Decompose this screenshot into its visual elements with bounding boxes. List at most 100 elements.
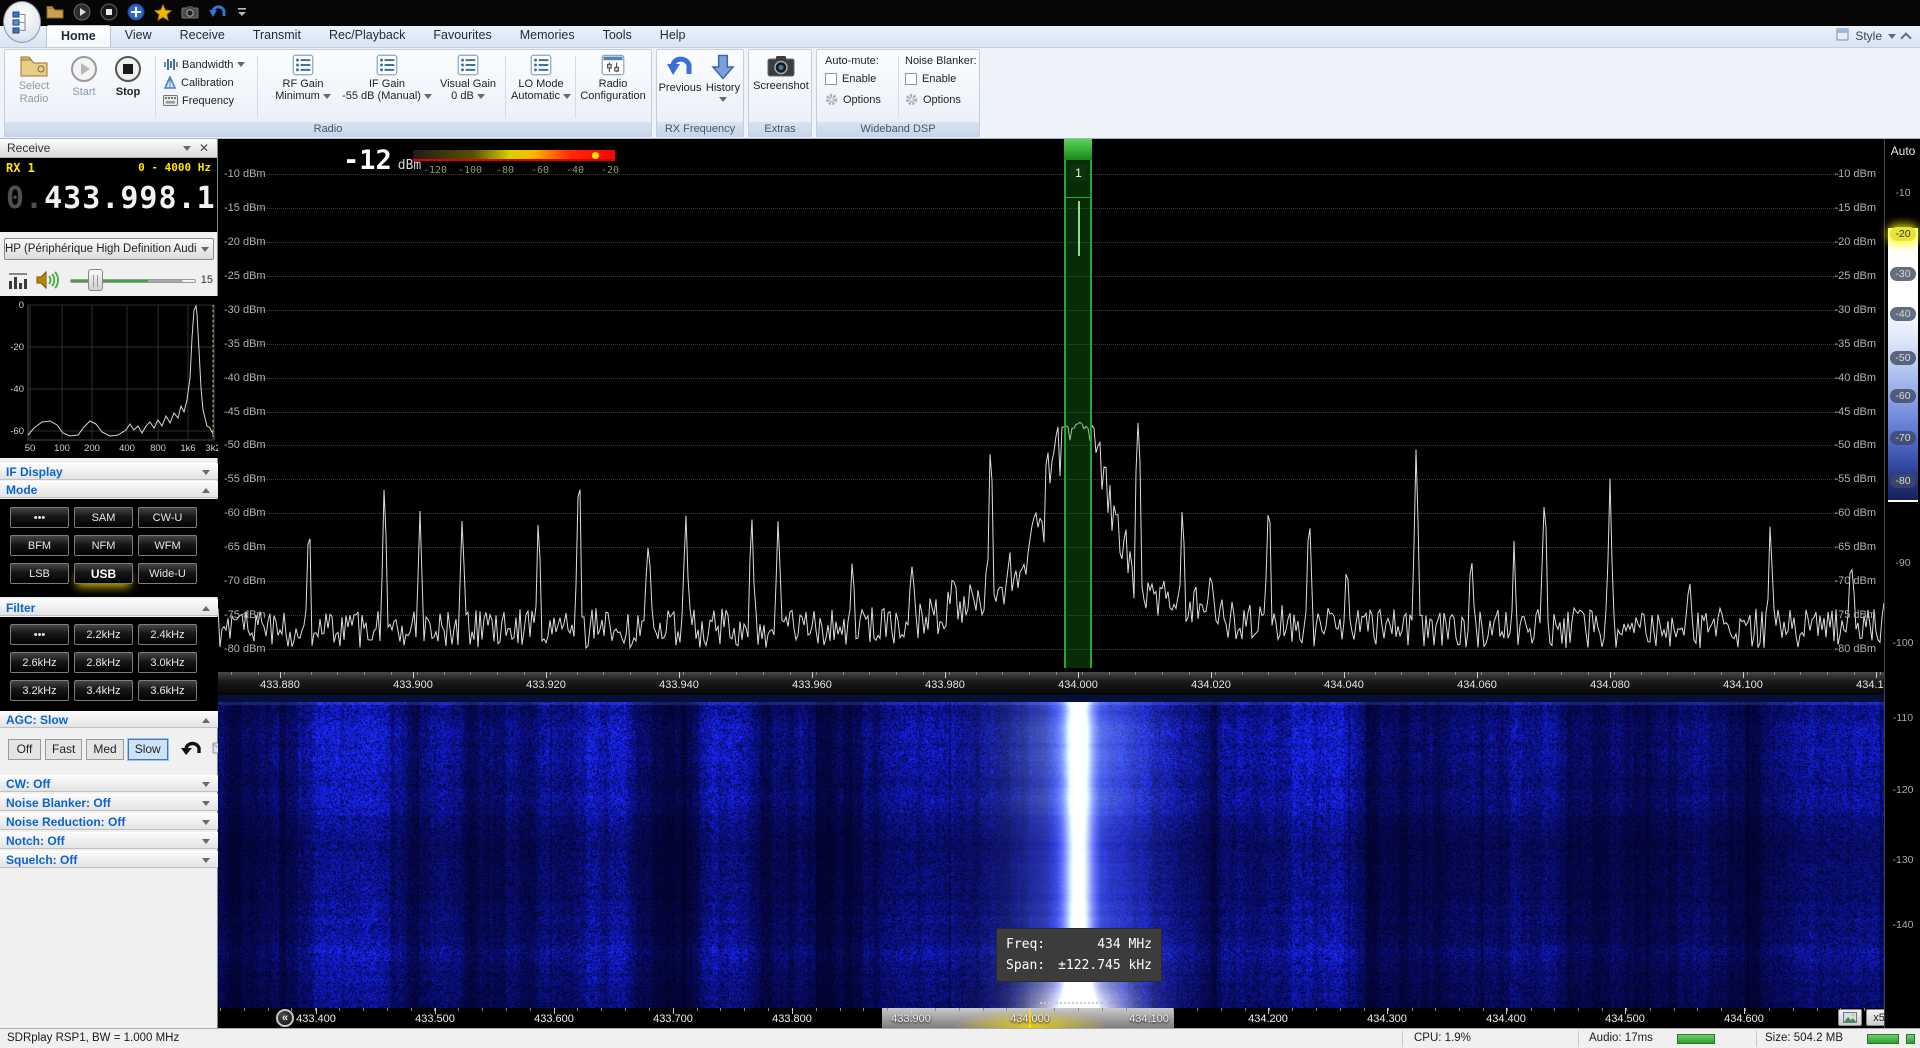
rx-marker[interactable]: 1 [1064,139,1092,668]
level-colorbar[interactable] [413,150,615,161]
screenshot-camera-icon[interactable] [181,5,199,19]
menu-tab[interactable]: Receive [166,25,239,47]
mode-button[interactable]: SAM [74,507,133,528]
menu-tab[interactable]: Rec/Playback [315,25,419,47]
rx-frequency-display[interactable]: RX 1 0 - 4000 Hz 0.433.998.150 [0,158,217,232]
stop-icon[interactable] [100,3,118,21]
filter-button[interactable]: ••• [10,624,69,645]
rx-marker-badge[interactable]: 1 [1069,163,1088,182]
af-spectrum-panel[interactable]: 0-20-40-60 501002004008001k63k2 [0,296,218,458]
volume-slider-thumb[interactable] [88,269,103,291]
mode-button[interactable]: WFM [138,535,197,556]
dsp-strip[interactable]: Notch: Off [0,832,218,849]
dsp-strip[interactable]: Noise Reduction: Off [0,813,218,830]
spectrum-frequency-scale[interactable]: 433.880433.900433.920433.940433.960433.9… [218,672,1884,695]
filter-button[interactable]: 3.2kHz [10,680,69,701]
style-icon[interactable] [1836,28,1849,44]
stop-button[interactable]: Stop [107,54,149,99]
mode-button[interactable]: ••• [10,507,69,528]
filter-button[interactable]: 3.0kHz [138,652,197,673]
dropdown-arrow-icon [201,247,209,252]
agc-button[interactable]: Off [8,739,41,760]
spectrum-display[interactable]: -12dBm -120-100-80-60-40-20 -10 dBm-15 d… [218,139,1884,672]
range-auto-label[interactable]: Auto [1885,144,1920,158]
mode-button[interactable]: NFM [74,535,133,556]
radio-configuration-button[interactable]: Radio Configuration [577,54,649,102]
mode-button[interactable]: USB [74,563,133,584]
undo-icon[interactable] [208,4,228,20]
waterfall-display[interactable]: Freq:434 MHz Span:±122.745 kHz [218,695,1884,1008]
rf-gain-button[interactable]: RF Gain Minimum [263,54,343,102]
mode-button[interactable]: LSB [10,563,69,584]
filter-button[interactable]: 3.6kHz [138,680,197,701]
agc-button[interactable]: Med [86,739,123,760]
qat-customize-icon[interactable] [237,7,247,17]
previous-frequency-button[interactable]: Previous [657,54,703,95]
filter-button[interactable]: 3.4kHz [74,680,133,701]
history-button[interactable]: History [701,54,745,102]
collapse-icon [202,488,210,493]
start-button[interactable]: Start [63,54,105,99]
equalizer-icon[interactable] [8,272,28,292]
agc-button[interactable]: Slow [128,739,168,760]
menu-tab[interactable]: Home [46,25,111,47]
scroll-left-button[interactable]: « [276,1009,294,1027]
menu-tab[interactable]: View [111,25,166,47]
freq-tick-label: 433.940 [649,679,709,691]
favourite-star-icon[interactable] [154,4,172,21]
noiseblanker-enable-checkbox[interactable]: Enable [905,73,956,85]
menu-tab[interactable]: Help [646,25,700,47]
dsp-strip[interactable]: Squelch: Off [0,851,218,868]
waterfall-range-bar[interactable]: Auto -10-20-30-40-50-60-70-80-90-100-110… [1884,139,1920,1028]
filter-button[interactable]: 2.4kHz [138,624,197,645]
bandwidth-button[interactable]: Bandwidth [163,56,245,73]
speaker-icon[interactable] [35,270,59,293]
menu-tab[interactable]: Memories [506,25,589,47]
automute-options-button[interactable]: Options [825,93,881,106]
menu-tab[interactable]: Tools [589,25,646,47]
section-mode[interactable]: Mode [0,481,218,498]
dsp-strip[interactable]: Noise Blanker: Off [0,794,218,811]
freq-tick-label: 434.000 [1048,679,1108,691]
mode-button[interactable]: CW-U [138,507,197,528]
agc-undo-icon[interactable] [180,739,202,760]
mode-button[interactable]: Wide-U [138,563,197,584]
application-menu-button[interactable] [3,1,41,43]
band-navigator[interactable]: 433.400433.500433.600433.700433.800433.9… [218,1008,1884,1028]
frequency-readout[interactable]: 0.433.998.150 [6,181,211,216]
filter-button[interactable]: 2.6kHz [10,652,69,673]
select-radio-button[interactable]: Select Radio [9,54,59,106]
menu-tab[interactable]: Favourites [419,25,505,47]
frequency-button[interactable]: Frequency [163,92,234,109]
filter-button[interactable]: 2.8kHz [74,652,133,673]
open-folder-icon[interactable] [46,5,64,19]
menu-tab[interactable]: Transmit [239,25,315,47]
zoom-x5-button[interactable]: x5 [1866,1009,1884,1026]
mode-button[interactable]: BFM [10,535,69,556]
dsp-strip[interactable]: CW: Off [0,775,218,792]
section-filter[interactable]: Filter [0,599,218,616]
style-label[interactable]: Style [1855,29,1882,43]
visual-gain-button[interactable]: Visual Gain 0 dB [435,54,501,102]
section-agc[interactable]: AGC: Slow [0,711,218,728]
section-if-display[interactable]: IF Display [0,463,218,480]
title-bar [0,0,1920,26]
navigator-view-button[interactable] [1838,1009,1862,1026]
collapse-ribbon-icon[interactable] [1900,32,1911,43]
style-dropdown-icon[interactable] [1888,34,1896,39]
add-receiver-icon[interactable] [127,3,145,21]
noiseblanker-options-button[interactable]: Options [905,93,961,106]
freq-tick-label: 433.960 [782,679,842,691]
pane-close-icon[interactable]: ✕ [199,139,209,158]
audio-device-dropdown[interactable]: HP (Périphérique High Definition Audio) [4,238,214,260]
rx-marker-cap[interactable] [1064,139,1092,160]
lo-mode-button[interactable]: LO Mode Automatic [509,54,573,102]
if-gain-button[interactable]: IF Gain -55 dB (Manual) [335,54,439,102]
filter-button[interactable]: 2.2kHz [74,624,133,645]
automute-enable-checkbox[interactable]: Enable [825,73,876,85]
start-icon[interactable] [73,3,91,21]
agc-button[interactable]: Fast [45,739,82,760]
pane-dropdown-icon[interactable] [183,146,191,151]
calibration-button[interactable]: Calibration [163,74,234,91]
screenshot-button[interactable]: Screenshot [751,54,811,93]
